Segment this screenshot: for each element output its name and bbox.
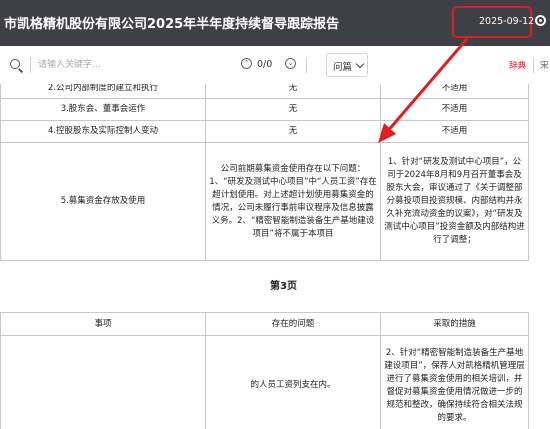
- cell-item: 2.公司内部制度的建立和执行: [0, 84, 206, 99]
- cell-status: 无: [205, 84, 381, 99]
- divider: [533, 57, 534, 73]
- chevron-down-icon: [355, 59, 365, 69]
- divider: [30, 57, 31, 73]
- search-input[interactable]: [38, 55, 233, 75]
- cell-status: 无: [205, 120, 381, 143]
- cell-item: 4.控股股东及实际控制人变动: [0, 120, 206, 143]
- gear-icon[interactable]: [535, 15, 546, 26]
- font-button[interactable]: 宋: [540, 59, 549, 71]
- table-row: 5.募集资金存放及使用 公司前期募集资金使用存在以下问题：1、“研发及测试中心项…: [0, 142, 529, 261]
- search-icon[interactable]: [10, 59, 20, 69]
- document-content: 2.公司内部制度的建立和执行 无 不适用 3.股东会、董事会运作 无 不适用 4…: [0, 84, 550, 429]
- table-page3: 事项 存在的问题 采取的措施 的人员工资列支在内。 2、针对“精密智能制造装备生…: [0, 312, 529, 429]
- cell-measure: 不适用: [380, 98, 529, 121]
- table-page2: 2.公司内部制度的建立和执行 无 不适用 3.股东会、董事会运作 无 不适用 4…: [0, 84, 529, 261]
- question-dropdown[interactable]: 问篇: [326, 53, 368, 77]
- cell-status: 的人员工资列支在内。: [205, 335, 381, 429]
- table-row: 的人员工资列支在内。 2、针对“精密智能制造装备生产基地建设项目”，保荐人对凯格…: [0, 335, 529, 429]
- divider: [306, 57, 307, 73]
- table-row: 4.控股股东及实际控制人变动 无 不适用: [0, 120, 529, 143]
- cell-item: 3.股东会、董事会运作: [0, 98, 206, 121]
- match-count: 0/0: [257, 59, 273, 70]
- header-item: 事项: [0, 312, 206, 336]
- cell-measure: 1、针对“研发及测试中心项目”，公司于2024年8月和9月召开董事会及股东大会，…: [380, 142, 529, 261]
- report-date: 2025-09-12: [479, 16, 535, 27]
- page-label: 第3页: [270, 281, 297, 292]
- cell-item: 5.募集资金存放及使用: [0, 142, 206, 261]
- cell-item: [0, 335, 206, 429]
- cell-status: 无: [205, 98, 381, 121]
- question-dropdown-label: 问篇: [333, 62, 353, 73]
- chevron-up-icon[interactable]: ⌃: [241, 58, 252, 69]
- cell-measure: 不适用: [380, 120, 529, 143]
- title-bar: 市凯格精机股份有限公司2025年半年度持续督导跟踪报告 2025-09-12: [0, 0, 550, 46]
- table-header-row: 事项 存在的问题 采取的措施: [0, 312, 529, 336]
- cell-measure: 2、针对“精密智能制造装备生产基地建设项目”，保荐人对凯格精机管理层进行了募集资…: [380, 335, 529, 429]
- cell-status: 公司前期募集资金使用存在以下问题：1、“研发及测试中心项目”中“人员工资”存在超…: [205, 142, 381, 261]
- table-row: 2.公司内部制度的建立和执行 无 不适用: [0, 84, 529, 99]
- header-measure: 采取的措施: [380, 312, 529, 336]
- table-row: 3.股东会、董事会运作 无 不适用: [0, 98, 529, 121]
- page-title: 市凯格精机股份有限公司2025年半年度持续督导跟踪报告: [4, 17, 340, 32]
- header-status: 存在的问题: [205, 312, 381, 336]
- search-toolbar: ⌃ 0/0 ⌄ 问篇 辞典 宋: [0, 46, 550, 85]
- dict-button[interactable]: 辞典: [509, 59, 526, 71]
- cell-measure: 不适用: [380, 84, 529, 99]
- chevron-down-icon[interactable]: ⌄: [285, 58, 296, 69]
